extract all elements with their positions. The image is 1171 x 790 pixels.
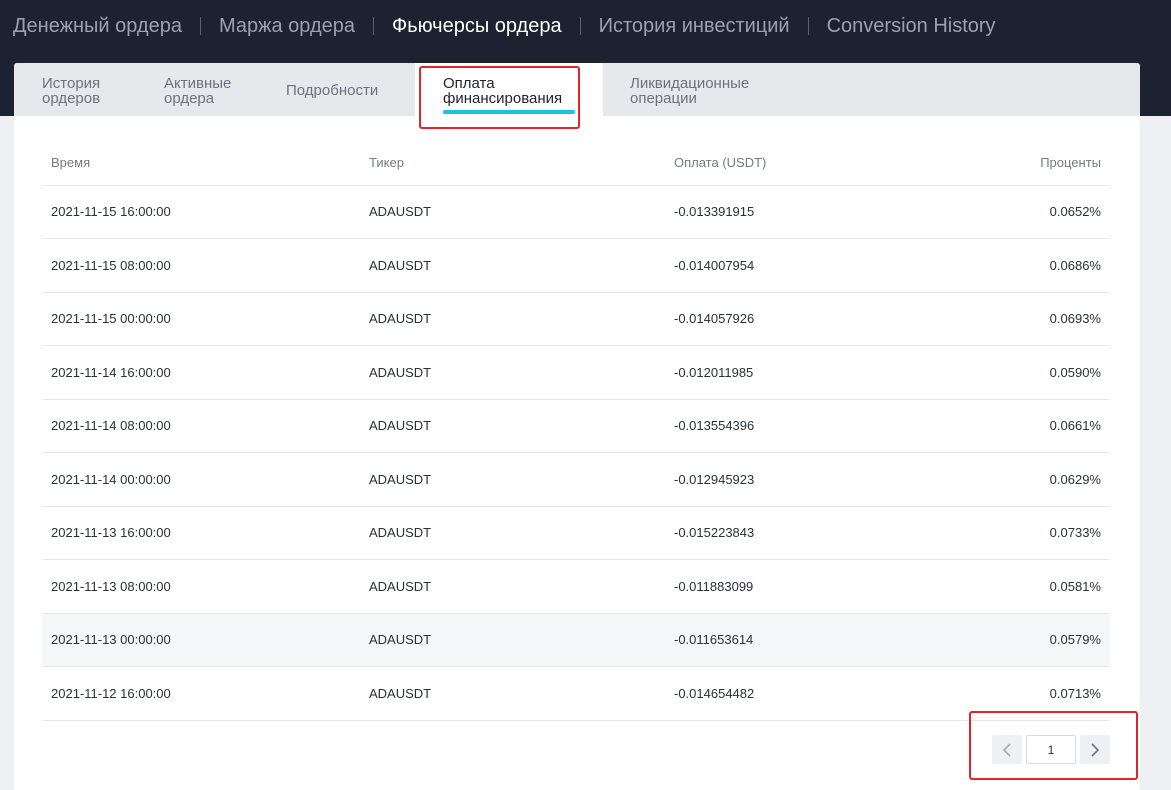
cell-ticker: ADAUSDT bbox=[360, 666, 665, 721]
cell-payment: -0.011883099 bbox=[665, 559, 891, 614]
table-row: 2021-11-15 16:00:00 ADAUSDT -0.013391915… bbox=[42, 185, 1110, 239]
cell-time: 2021-11-14 08:00:00 bbox=[42, 399, 360, 453]
column-header-ticker: Тикер bbox=[360, 140, 665, 186]
active-tab-underline bbox=[443, 110, 575, 114]
top-nav: Денежный ордера Маржа ордера Фьючерсы ор… bbox=[13, 13, 996, 39]
cell-payment: -0.014654482 bbox=[665, 666, 891, 721]
table-row: 2021-11-15 00:00:00 ADAUSDT -0.014057926… bbox=[42, 292, 1110, 346]
chevron-right-icon bbox=[1091, 742, 1100, 757]
tab-label: Активные ордера bbox=[164, 75, 232, 107]
nav-divider bbox=[807, 17, 809, 35]
cell-time: 2021-11-13 08:00:00 bbox=[42, 559, 360, 614]
column-header-payment: Оплата (USDT) bbox=[665, 140, 891, 186]
funding-payments-table: Время Тикер Оплата (USDT) Проценты 2021-… bbox=[42, 140, 1110, 721]
cell-rate: 0.0581% bbox=[891, 559, 1110, 614]
cell-ticker: ADAUSDT bbox=[360, 559, 665, 614]
tab-liquidations[interactable]: Ликвидационные операции bbox=[630, 63, 780, 116]
nav-futures-orders[interactable]: Фьючерсы ордера bbox=[392, 15, 562, 38]
chevron-left-icon bbox=[1002, 742, 1011, 757]
table-row: 2021-11-14 08:00:00 ADAUSDT -0.013554396… bbox=[42, 399, 1110, 453]
cell-payment: -0.012011985 bbox=[665, 345, 891, 400]
tab-order-history[interactable]: История ордеров bbox=[42, 63, 142, 116]
cell-payment: -0.014007954 bbox=[665, 238, 891, 293]
prev-page-button[interactable] bbox=[992, 735, 1022, 764]
cell-time: 2021-11-13 00:00:00 bbox=[42, 613, 360, 667]
cell-rate: 0.0629% bbox=[891, 452, 1110, 507]
next-page-button[interactable] bbox=[1080, 735, 1110, 764]
tab-label: История ордеров bbox=[42, 75, 101, 107]
cell-ticker: ADAUSDT bbox=[360, 452, 665, 507]
cell-payment: -0.013554396 bbox=[665, 399, 891, 453]
cell-ticker: ADAUSDT bbox=[360, 506, 665, 560]
cell-rate: 0.0579% bbox=[891, 613, 1110, 667]
cell-payment: -0.011653614 bbox=[665, 613, 891, 667]
column-header-time: Время bbox=[42, 140, 360, 186]
tab-funding-payments[interactable]: Оплата финансирования bbox=[415, 63, 603, 116]
table-row: 2021-11-13 08:00:00 ADAUSDT -0.011883099… bbox=[42, 559, 1110, 614]
cell-rate: 0.0686% bbox=[891, 238, 1110, 293]
orders-panel: История ордеров Активные ордера Подробно… bbox=[14, 63, 1140, 790]
nav-spot-orders[interactable]: Денежный ордера bbox=[13, 15, 182, 38]
cell-rate: 0.0733% bbox=[891, 506, 1110, 560]
cell-payment: -0.014057926 bbox=[665, 292, 891, 346]
nav-divider bbox=[579, 17, 581, 35]
cell-rate: 0.0693% bbox=[891, 292, 1110, 346]
cell-time: 2021-11-14 00:00:00 bbox=[42, 452, 360, 507]
cell-ticker: ADAUSDT bbox=[360, 292, 665, 346]
cell-time: 2021-11-12 16:00:00 bbox=[42, 666, 360, 721]
table-row: 2021-11-14 16:00:00 ADAUSDT -0.012011985… bbox=[42, 345, 1110, 400]
cell-time: 2021-11-15 08:00:00 bbox=[42, 238, 360, 293]
tab-active-orders[interactable]: Активные ордера bbox=[164, 63, 264, 116]
nav-divider bbox=[372, 17, 374, 35]
cell-time: 2021-11-15 16:00:00 bbox=[42, 185, 360, 239]
cell-rate: 0.0713% bbox=[891, 666, 1110, 721]
tab-label: Ликвидационные операции bbox=[630, 75, 750, 107]
table-row: 2021-11-13 00:00:00 ADAUSDT -0.011653614… bbox=[42, 613, 1110, 667]
table-row: 2021-11-15 08:00:00 ADAUSDT -0.014007954… bbox=[42, 238, 1110, 293]
cell-payment: -0.013391915 bbox=[665, 185, 891, 239]
cell-ticker: ADAUSDT bbox=[360, 185, 665, 239]
cell-rate: 0.0590% bbox=[891, 345, 1110, 400]
cell-time: 2021-11-14 16:00:00 bbox=[42, 345, 360, 400]
tab-details[interactable]: Подробности bbox=[286, 63, 396, 116]
cell-time: 2021-11-13 16:00:00 bbox=[42, 506, 360, 560]
cell-rate: 0.0661% bbox=[891, 399, 1110, 453]
table-row: 2021-11-14 00:00:00 ADAUSDT -0.012945923… bbox=[42, 452, 1110, 507]
cell-ticker: ADAUSDT bbox=[360, 399, 665, 453]
tab-label: Оплата финансирования bbox=[443, 75, 563, 107]
cell-payment: -0.015223843 bbox=[665, 506, 891, 560]
sub-tabs: История ордеров Активные ордера Подробно… bbox=[14, 63, 1140, 116]
tab-label: Подробности bbox=[286, 82, 379, 99]
nav-divider bbox=[199, 17, 201, 35]
table-row: 2021-11-13 16:00:00 ADAUSDT -0.015223843… bbox=[42, 506, 1110, 560]
cell-time: 2021-11-15 00:00:00 bbox=[42, 292, 360, 346]
nav-margin-orders[interactable]: Маржа ордера bbox=[219, 15, 355, 38]
cell-payment: -0.012945923 bbox=[665, 452, 891, 507]
cell-ticker: ADAUSDT bbox=[360, 238, 665, 293]
cell-ticker: ADAUSDT bbox=[360, 345, 665, 400]
nav-investment-history[interactable]: История инвестиций bbox=[599, 15, 790, 38]
table-row: 2021-11-12 16:00:00 ADAUSDT -0.014654482… bbox=[42, 666, 1110, 721]
nav-conversion-history[interactable]: Conversion History bbox=[827, 15, 996, 38]
column-header-rate: Проценты bbox=[891, 140, 1110, 186]
table-header-row: Время Тикер Оплата (USDT) Проценты bbox=[42, 140, 1110, 186]
cell-rate: 0.0652% bbox=[891, 185, 1110, 239]
pagination bbox=[992, 735, 1110, 764]
cell-ticker: ADAUSDT bbox=[360, 613, 665, 667]
page-number-input[interactable] bbox=[1026, 735, 1076, 764]
